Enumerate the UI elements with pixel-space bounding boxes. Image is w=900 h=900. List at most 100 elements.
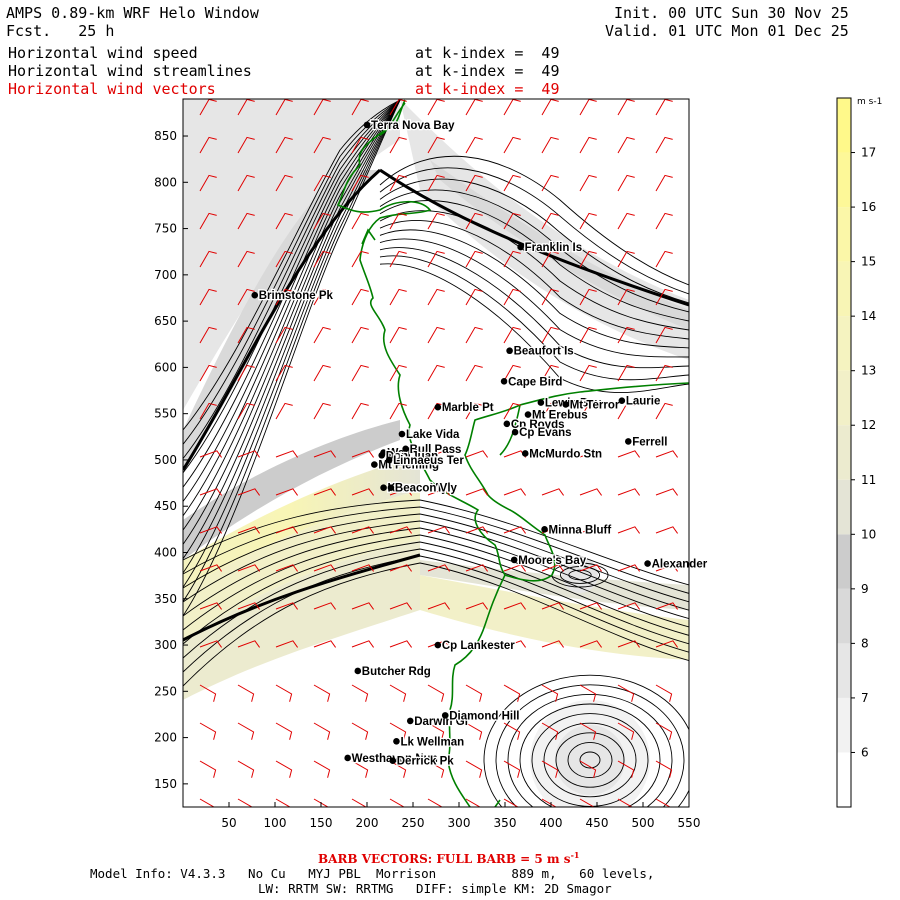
valid-time: Valid. 01 UTC Mon 01 Dec 25 (605, 22, 849, 40)
y-tick-label: 150 (154, 777, 177, 791)
place-label: Beacon Vly (395, 483, 458, 495)
place-label: Cp Lankester (442, 640, 515, 652)
physics-info: LW: RRTM SW: RRTMG DIFF: simple KM: 2D S… (258, 881, 612, 896)
field-level-speed: at k-index = 49 (415, 44, 560, 62)
colorbar-label: 7 (861, 691, 869, 705)
place-dot (393, 737, 400, 745)
colorbar-bin (837, 643, 851, 698)
map-figure: Terra Nova Bay Franklin Is Brimstone Pk Bea… (154, 97, 882, 830)
place-dot (251, 291, 259, 299)
colorbar-bin (837, 534, 851, 589)
forecast-hour: Fcst. 25 h (6, 22, 114, 40)
colorbar-bin (837, 479, 851, 535)
place-dot (434, 641, 442, 649)
y-tick-label: 300 (154, 638, 177, 652)
place-label: Cp Evans (519, 427, 571, 439)
place-label: Linnaeus Ter (393, 455, 464, 467)
field-level-vectors: at k-index = 49 (415, 80, 560, 98)
colorbar-bin (837, 752, 851, 807)
colorbar-bin (837, 152, 851, 208)
colorbar-label: 12 (861, 418, 876, 432)
barb-legend-exponent: -1 (570, 850, 580, 860)
barb-legend: BARB VECTORS: FULL BARB = 5 m s-1 (318, 850, 579, 866)
x-tick-label: 200 (356, 816, 379, 830)
model-info: Model Info: V4.3.3 No Cu MYJ PBL Morriso… (90, 866, 655, 881)
place-dot (385, 456, 393, 464)
place-dot (517, 243, 524, 251)
colorbar-unit: m s-1 (857, 97, 882, 107)
place-dot (380, 484, 387, 492)
x-tick-label: 450 (586, 816, 609, 830)
place-label: Cape Bird (508, 376, 562, 388)
field-level-streamlines: at k-index = 49 (415, 62, 560, 80)
place-label: McMurdo Stn (529, 448, 602, 460)
place-dot (511, 428, 519, 436)
colorbar-bin (837, 425, 851, 480)
x-tick-label: 350 (494, 816, 517, 830)
field-name-speed: Horizontal wind speed (8, 44, 198, 62)
y-tick-label: 650 (154, 314, 177, 328)
colorbar-label: 8 (861, 636, 869, 650)
colorbar-label: 6 (861, 745, 869, 759)
place-dot (344, 754, 351, 762)
place-label: Lake Vida (406, 429, 460, 441)
x-tick-label: 100 (264, 816, 287, 830)
colorbar-label: 17 (861, 146, 876, 160)
x-tick-label: 400 (540, 816, 563, 830)
place-dot (406, 717, 414, 725)
place-dot (389, 757, 397, 765)
place-label: Derrick Pk (397, 756, 455, 768)
colorbar-bin (837, 207, 851, 262)
place-label: Alexander (652, 559, 708, 571)
place-dot (434, 403, 442, 411)
fcst-value: 25 h (78, 22, 115, 40)
colorbar-label: 13 (861, 364, 876, 378)
place-dot (398, 430, 406, 438)
place-dot (363, 121, 371, 129)
place-dot (644, 560, 651, 567)
place-dot (441, 712, 449, 719)
place-dot (371, 461, 378, 468)
place-label: Terra Nova Bay (371, 120, 455, 132)
colorbar-label: 14 (861, 309, 876, 323)
amps-forecast-plot: { "header": { "title": "AMPS 0.89-km WRF… (0, 0, 900, 900)
x-tick-label: 150 (310, 816, 333, 830)
place-dot (537, 399, 545, 406)
barb-legend-text: BARB VECTORS: FULL BARB = 5 m s (318, 852, 571, 866)
place-label: Diamond Hill (449, 710, 519, 722)
y-tick-label: 200 (154, 731, 177, 745)
x-tick-label: 50 (221, 816, 236, 830)
colorbar-bin (837, 261, 851, 317)
place-label: Lk Wellman (400, 736, 464, 748)
colorbar: 6 7 8 9 10 11 12 13 14 15 16 17 m s-1 (836, 97, 882, 808)
y-tick-label: 850 (154, 129, 177, 143)
place-label: Minna Bluff (549, 524, 612, 536)
colorbar-label: 16 (861, 200, 876, 214)
field-name-vectors: Horizontal wind vectors (8, 80, 216, 98)
place-dot (506, 347, 513, 355)
place-label: Beaufort Is (514, 346, 574, 358)
y-tick-label: 250 (154, 684, 177, 698)
y-tick-label: 550 (154, 407, 177, 421)
colorbar-bin (837, 98, 851, 153)
x-tick-label: 550 (678, 816, 701, 830)
plot-title: AMPS 0.89-km WRF Helo Window (6, 4, 259, 22)
y-tick-label: 600 (154, 360, 177, 374)
place-dot (541, 526, 548, 533)
y-tick-label: 800 (154, 175, 177, 189)
place-label: Laurie (626, 396, 661, 408)
place-dot (500, 377, 508, 385)
place-label: Butcher Rdg (362, 666, 431, 678)
y-tick-label: 450 (154, 499, 177, 513)
x-tick-label: 300 (448, 816, 471, 830)
place-dot (387, 484, 395, 492)
place-label: Franklin Is (525, 242, 583, 254)
place-label: Marble Pt (442, 402, 494, 414)
place-label: Moore's Bay (518, 555, 587, 567)
colorbar-bin (837, 370, 851, 426)
place-label: Brimstone Pk (259, 290, 334, 302)
fcst-label: Fcst. (6, 22, 52, 40)
place-dot (624, 438, 632, 445)
place-dot (510, 556, 518, 564)
place-label: Mt Erebus (532, 410, 588, 422)
